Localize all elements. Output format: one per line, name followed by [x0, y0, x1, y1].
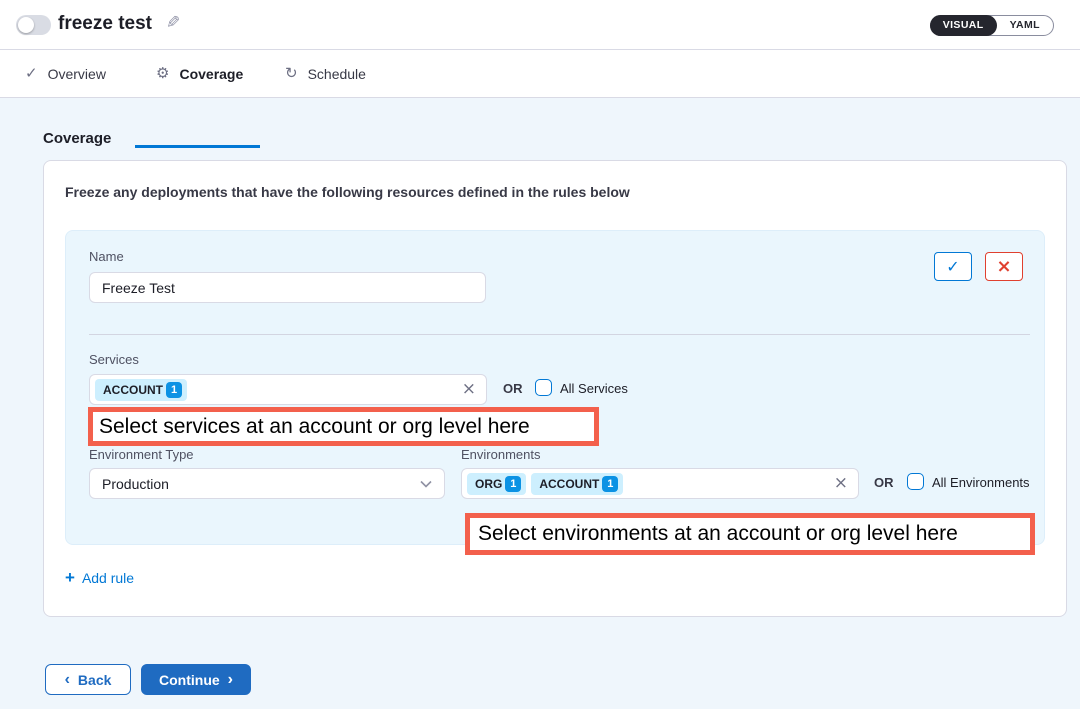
services-annotation-callout: Select services at an account or org lev… — [88, 407, 599, 446]
environments-tag-org[interactable]: ORG 1 — [467, 473, 526, 495]
continue-label: Continue — [159, 672, 220, 688]
edit-pencil-icon[interactable]: ✎ — [166, 13, 180, 33]
name-label: Name — [89, 249, 124, 264]
confirm-rule-button[interactable]: ✓ — [934, 252, 972, 281]
environments-clear-icon[interactable]: × — [834, 475, 848, 492]
tab-schedule[interactable]: ↻ Schedule — [285, 50, 366, 97]
all-services-checkbox[interactable] — [535, 379, 552, 396]
coverage-section-title: Coverage — [43, 130, 111, 147]
page-title: freeze test — [58, 13, 152, 35]
services-multiselect-input[interactable]: ACCOUNT 1 × — [89, 374, 487, 405]
rule-name-input[interactable] — [89, 272, 486, 303]
tab-schedule-label: Schedule — [308, 66, 366, 82]
visual-toggle-button[interactable]: VISUAL — [930, 15, 997, 36]
count-badge: 1 — [602, 476, 618, 492]
chevron-right-icon: › — [228, 672, 233, 688]
all-environments-checkbox[interactable] — [907, 473, 924, 490]
header: freeze test ✎ VISUAL YAML — [0, 0, 1080, 50]
all-environments-label: All Environments — [932, 475, 1030, 490]
back-button[interactable]: ‹ Back — [45, 664, 131, 695]
count-badge: 1 — [166, 382, 182, 398]
add-rule-button[interactable]: + Add rule — [65, 569, 134, 586]
check-icon: ✓ — [946, 257, 959, 276]
back-label: Back — [78, 672, 111, 688]
tab-coverage-label: Coverage — [179, 66, 243, 82]
check-icon: ✓ — [25, 66, 38, 81]
chevron-left-icon: ‹ — [65, 672, 70, 688]
add-rule-label: Add rule — [82, 570, 134, 586]
schedule-clock-icon: ↻ — [285, 66, 298, 81]
environments-label: Environments — [461, 447, 540, 462]
environment-type-select[interactable]: Production — [89, 468, 445, 499]
environments-tag-account[interactable]: ACCOUNT 1 — [531, 473, 623, 495]
services-clear-icon[interactable]: × — [462, 381, 476, 398]
tab-bar: ✓ Overview ⚙ Coverage ↻ Schedule — [0, 50, 1080, 98]
plus-icon: + — [65, 569, 75, 586]
gear-icon: ⚙ — [156, 66, 169, 81]
all-services-label: All Services — [560, 381, 628, 396]
freeze-window: freeze test ✎ VISUAL YAML ✓ Overview ⚙ C… — [0, 0, 1080, 709]
services-label: Services — [89, 352, 139, 367]
active-tab-indicator — [135, 145, 260, 148]
freeze-enable-toggle[interactable] — [16, 15, 51, 35]
rule-editor-panel: Name ✓ × Services ACCOUNT 1 × OR All Ser… — [65, 230, 1045, 545]
close-icon: × — [996, 256, 1011, 277]
tab-coverage[interactable]: ⚙ Coverage — [156, 50, 243, 97]
tab-overview-label: Overview — [48, 66, 106, 82]
services-tag-account[interactable]: ACCOUNT 1 — [95, 379, 187, 401]
visual-yaml-switch: VISUAL YAML — [930, 15, 1054, 36]
yaml-toggle-button[interactable]: YAML — [997, 15, 1053, 36]
environments-or-label: OR — [874, 475, 894, 490]
environments-annotation-callout: Select environments at an account or org… — [465, 513, 1035, 555]
tab-overview[interactable]: ✓ Overview — [25, 50, 106, 97]
count-badge: 1 — [505, 476, 521, 492]
environments-multiselect-input[interactable]: ORG 1 ACCOUNT 1 × — [461, 468, 859, 499]
continue-button[interactable]: Continue › — [141, 664, 251, 695]
services-or-label: OR — [503, 381, 523, 396]
cancel-rule-button[interactable]: × — [985, 252, 1023, 281]
toggle-knob — [18, 17, 34, 33]
environment-type-label: Environment Type — [89, 447, 194, 462]
coverage-description: Freeze any deployments that have the fol… — [65, 184, 630, 200]
panel-divider — [89, 334, 1030, 335]
chevron-down-icon — [420, 480, 432, 488]
environment-type-value: Production — [102, 476, 169, 492]
